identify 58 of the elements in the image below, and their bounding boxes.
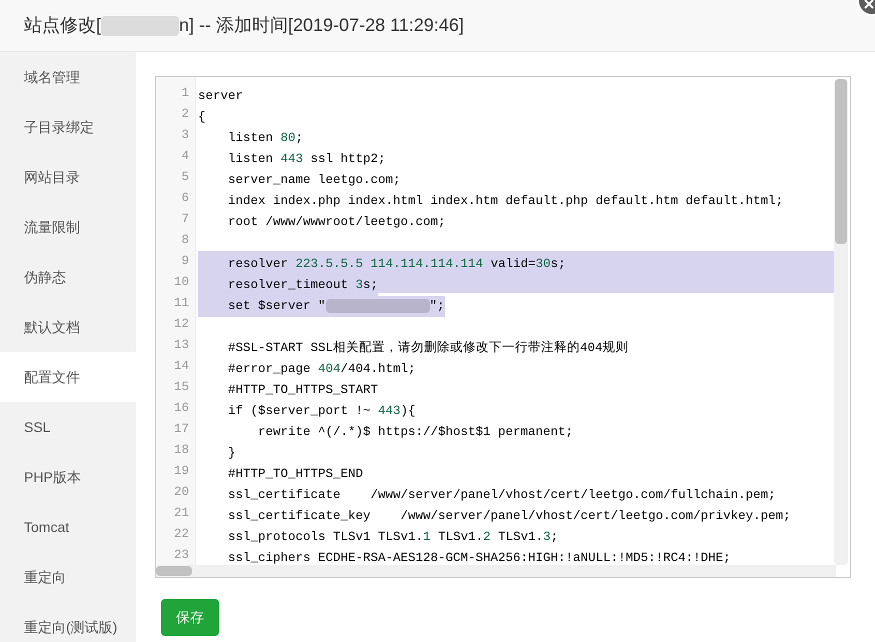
line-number: 20 (172, 484, 190, 501)
line-number: 15 (172, 379, 190, 396)
code-line: #SSL-START SSL相关配置，请勿删除或修改下一行带注释的404规则 (227, 340, 629, 357)
sidebar-item[interactable]: Tomcat (0, 502, 136, 552)
line-number: 22 (172, 526, 190, 543)
line-number: 2 (180, 106, 190, 123)
line-number: 9 (180, 253, 190, 270)
sidebar-item[interactable]: 网站目录 (0, 152, 136, 202)
code-line: ssl_certificate_key /www/server/panel/vhost/cert/leetgo.com/privkey.pem; (227, 508, 791, 525)
code-line: ssl_certificate /www/server/panel/vhost/cert/leetgo.com/fullchain.pem; (227, 487, 776, 504)
sidebar-item[interactable]: 重定向 (0, 552, 136, 602)
sidebar-item[interactable]: 伪静态 (0, 252, 136, 302)
line-number: 6 (180, 190, 190, 207)
sidebar-item[interactable]: 配置文件 (0, 352, 136, 402)
code-line: rewrite ^(/.*)$ https://$host$1 permanent; (257, 424, 574, 441)
code-line: listen 80; (227, 130, 304, 147)
line-number: 1 (180, 85, 190, 102)
code-line: root /www/wwwroot/leetgo.com; (227, 214, 446, 231)
line-number: 8 (180, 232, 190, 249)
line-number: 19 (172, 463, 190, 480)
sidebar-item[interactable]: 流量限制 (0, 202, 136, 252)
code-line: index index.php index.html index.htm default.php default.htm default.html; (227, 193, 784, 210)
sidebar-item[interactable]: SSL (0, 402, 136, 452)
line-number: 17 (172, 421, 190, 438)
line-number: 12 (172, 316, 190, 333)
sidebar-item[interactable]: 重定向(测试版) (0, 602, 136, 642)
sidebar-item[interactable]: 子目录绑定 (0, 102, 136, 152)
sidebar-item[interactable]: 域名管理 (0, 52, 136, 102)
line-number: 5 (180, 169, 190, 186)
code-line: server_name leetgo.com; (227, 172, 401, 189)
line-number: 7 (180, 211, 190, 228)
dialog-title: 站点修改[ (24, 14, 102, 37)
code-line: #error_page 404/404.html; (227, 361, 416, 378)
code-line: ssl_protocols TLSv1 TLSv1.1 TLSv1.2 TLSv1.3; (227, 529, 558, 546)
code-line: ssl_ciphers ECDHE-RSA-AES128-GCM-SHA256:HIGH:!aNULL:!MD5:!RC4:!DHE; (227, 550, 731, 567)
line-number: 18 (172, 442, 190, 459)
line-number: 21 (172, 505, 190, 522)
line-number: 13 (172, 337, 190, 354)
line-number: 11 (172, 295, 190, 312)
dialog-title: n] -- 添加时间[2019-07-28 11:29:46] (179, 14, 464, 37)
code-line: } (227, 445, 236, 462)
line-number: 23 (172, 547, 190, 564)
code-editor[interactable] (155, 76, 851, 578)
horizontal-scrollbar[interactable] (156, 565, 836, 577)
line-number: 16 (172, 400, 190, 417)
line-number: 4 (180, 148, 190, 165)
code-line: if ($server_port !~ 443){ (227, 403, 416, 420)
sidebar-item[interactable]: 默认文档 (0, 302, 136, 352)
code-line: #HTTP_TO_HTTPS_END (227, 466, 364, 483)
sidebar-item[interactable]: PHP版本 (0, 452, 136, 502)
line-number: 10 (172, 274, 190, 291)
code-line: { (198, 109, 206, 126)
code-line: #HTTP_TO_HTTPS_START (227, 382, 378, 399)
code-line: listen 443 ssl http2; (227, 151, 386, 168)
code-line: server (198, 88, 244, 105)
vertical-scrollbar[interactable] (834, 79, 848, 565)
line-number: 3 (180, 127, 190, 144)
line-number: 14 (172, 358, 190, 375)
